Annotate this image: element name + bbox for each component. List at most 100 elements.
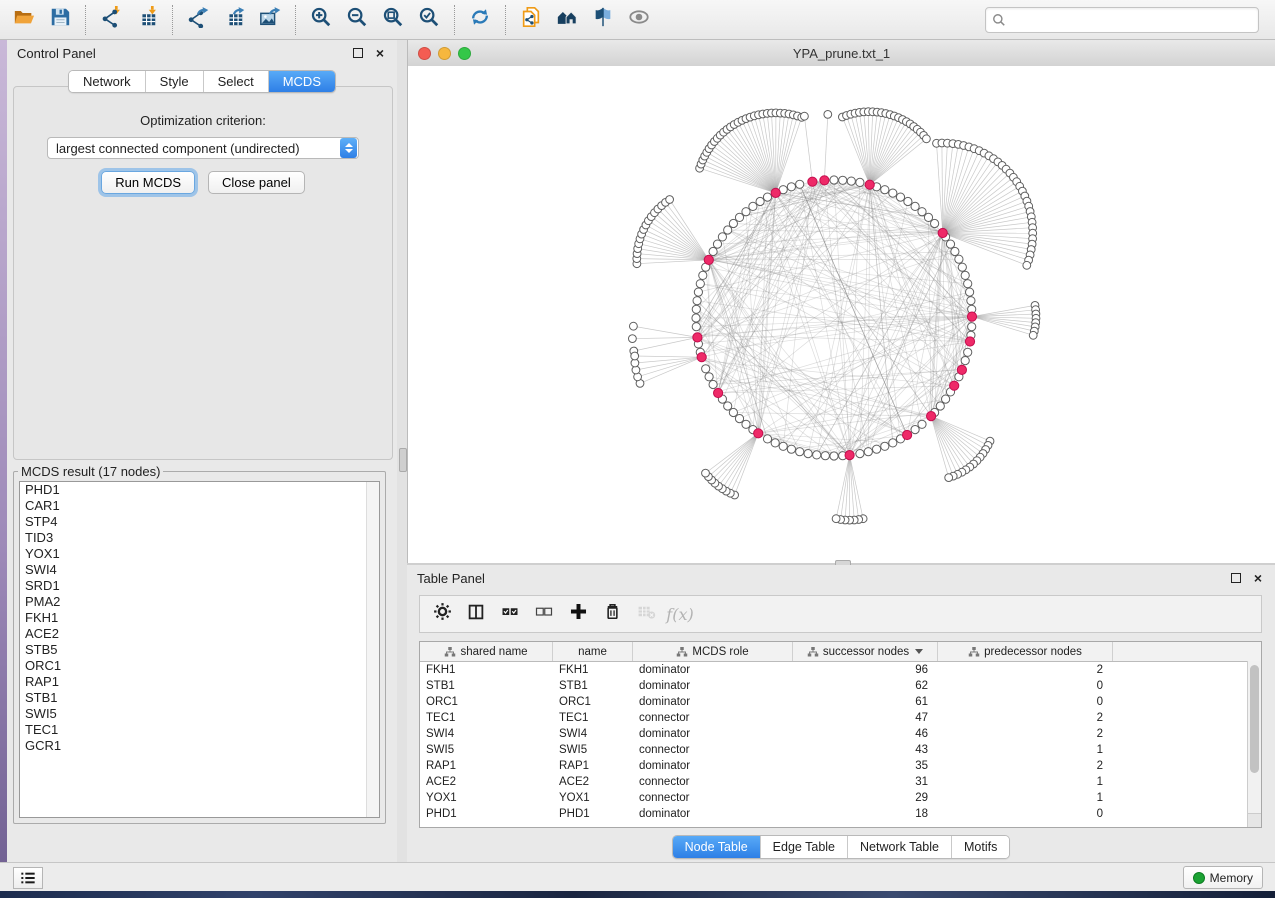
network-node[interactable] <box>693 297 701 305</box>
table-row[interactable]: SWI5SWI5connector431 <box>420 742 1261 758</box>
mcds-result-item[interactable]: YOX1 <box>20 546 379 562</box>
float-panel-icon[interactable] <box>351 46 365 60</box>
table-row[interactable]: FKH1FKH1dominator962 <box>420 662 1261 678</box>
network-node[interactable] <box>967 297 975 305</box>
mcds-result-item[interactable]: ORC1 <box>20 658 379 674</box>
mcds-result-item[interactable]: CAR1 <box>20 498 379 514</box>
network-node[interactable] <box>735 213 743 221</box>
vertical-splitter[interactable] <box>397 40 407 862</box>
network-node[interactable] <box>787 445 795 453</box>
network-node[interactable] <box>787 183 795 191</box>
table-row[interactable]: ORC1ORC1dominator610 <box>420 694 1261 710</box>
network-node[interactable] <box>955 255 963 263</box>
tab-mcds[interactable]: MCDS <box>269 71 335 92</box>
hub-node[interactable] <box>771 188 780 197</box>
network-node[interactable] <box>911 426 919 434</box>
network-canvas[interactable] <box>407 66 1275 563</box>
hub-node[interactable] <box>865 180 874 189</box>
hub-node[interactable] <box>967 312 976 321</box>
network-node[interactable] <box>830 176 838 184</box>
criterion-dropdown[interactable]: largest connected component (undirected) <box>47 137 359 159</box>
table-row[interactable]: PHD1PHD1dominator180 <box>420 806 1261 822</box>
network-node[interactable] <box>839 176 847 184</box>
network-node[interactable] <box>756 197 764 205</box>
network-node[interactable] <box>964 348 972 356</box>
mcds-result-item[interactable]: GCR1 <box>20 738 379 754</box>
network-node[interactable] <box>713 240 721 248</box>
mcds-result-item[interactable]: SWI4 <box>20 562 379 578</box>
table-row[interactable]: YOX1YOX1connector291 <box>420 790 1261 806</box>
export-network-button[interactable] <box>180 4 216 36</box>
column-header-shared-name[interactable]: shared name <box>420 642 553 661</box>
network-node[interactable] <box>796 448 804 456</box>
network-node[interactable] <box>742 420 750 428</box>
satellite-node[interactable] <box>629 335 637 343</box>
network-node[interactable] <box>779 442 787 450</box>
close-panel-icon[interactable]: × <box>373 46 387 60</box>
toggle-visibility-button[interactable] <box>585 4 621 36</box>
satellite-node[interactable] <box>630 322 638 330</box>
mcds-result-item[interactable]: STB1 <box>20 690 379 706</box>
network-node[interactable] <box>881 186 889 194</box>
network-node[interactable] <box>942 395 950 403</box>
hub-node[interactable] <box>965 337 974 346</box>
satellite-node[interactable] <box>702 469 710 477</box>
import-network-button[interactable] <box>93 4 129 36</box>
satellite-node[interactable] <box>923 135 931 143</box>
network-node[interactable] <box>709 247 717 255</box>
network-node[interactable] <box>696 280 704 288</box>
network-node[interactable] <box>931 219 939 227</box>
table-scrollbar-thumb[interactable] <box>1250 665 1259 773</box>
tab-network-table[interactable]: Network Table <box>848 836 952 858</box>
close-panel-button[interactable]: Close panel <box>208 171 305 194</box>
add-column-button[interactable] <box>564 600 592 628</box>
network-node[interactable] <box>749 202 757 210</box>
close-panel-icon[interactable]: × <box>1251 571 1265 585</box>
network-node[interactable] <box>864 448 872 456</box>
network-node[interactable] <box>958 263 966 271</box>
zoom-out-button[interactable] <box>339 4 375 36</box>
hub-node[interactable] <box>808 177 817 186</box>
mcds-result-item[interactable]: TID3 <box>20 530 379 546</box>
network-node[interactable] <box>918 208 926 216</box>
column-header-successor-nodes[interactable]: successor nodes <box>793 642 938 661</box>
network-node[interactable] <box>946 240 954 248</box>
network-node[interactable] <box>968 323 976 331</box>
network-node[interactable] <box>911 202 919 210</box>
hub-node[interactable] <box>938 228 947 237</box>
network-node[interactable] <box>692 305 700 313</box>
network-node[interactable] <box>709 380 717 388</box>
column-header-MCDS-role[interactable]: MCDS role <box>633 642 793 661</box>
network-node[interactable] <box>813 451 821 459</box>
hub-node[interactable] <box>957 365 966 374</box>
hub-node[interactable] <box>693 333 702 342</box>
network-node[interactable] <box>796 180 804 188</box>
mcds-result-item[interactable]: ACE2 <box>20 626 379 642</box>
network-node[interactable] <box>724 226 732 234</box>
column-header-name[interactable]: name <box>553 642 633 661</box>
table-row[interactable]: SWI4SWI4dominator462 <box>420 726 1261 742</box>
network-node[interactable] <box>847 177 855 185</box>
table-row[interactable]: TEC1TEC1connector472 <box>420 710 1261 726</box>
run-mcds-button[interactable]: Run MCDS <box>101 171 195 194</box>
show-panels-button[interactable] <box>13 867 43 889</box>
delete-table-button[interactable] <box>632 600 660 628</box>
network-node[interactable] <box>804 450 812 458</box>
network-node[interactable] <box>966 288 974 296</box>
network-node[interactable] <box>729 408 737 416</box>
hub-node[interactable] <box>714 388 723 397</box>
open-session-button[interactable] <box>6 4 42 36</box>
select-all-rows-button[interactable] <box>496 600 524 628</box>
satellite-node[interactable] <box>945 474 953 482</box>
export-table-button[interactable] <box>216 4 252 36</box>
mcds-result-item[interactable]: STP4 <box>20 514 379 530</box>
network-node[interactable] <box>742 208 750 216</box>
network-node[interactable] <box>771 439 779 447</box>
network-node[interactable] <box>702 365 710 373</box>
tab-motifs[interactable]: Motifs <box>952 836 1009 858</box>
hub-node[interactable] <box>754 429 763 438</box>
satellite-node[interactable] <box>1029 331 1037 339</box>
hub-node[interactable] <box>845 451 854 460</box>
mcds-result-item[interactable]: RAP1 <box>20 674 379 690</box>
mcds-result-item[interactable]: PHD1 <box>20 482 379 498</box>
